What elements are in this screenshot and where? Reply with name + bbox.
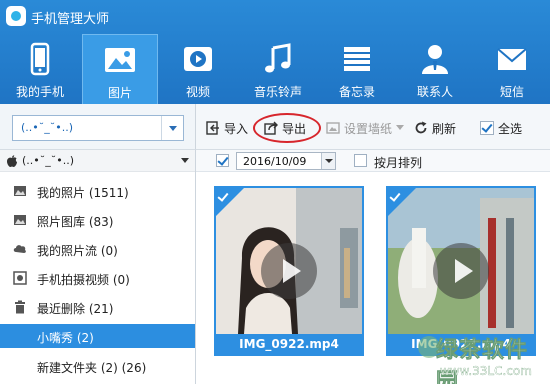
chevron-down-icon[interactable] [161,116,183,140]
nav-video[interactable]: 视频 [162,34,234,104]
select-all-toggle[interactable]: 全选 [480,118,522,138]
sidebar-item-my-photos[interactable]: 我的照片 (1511) [0,179,195,203]
nav-label: 我的手机 [15,85,64,99]
sidebar-item-camera-videos[interactable]: 手机拍摄视频 (0) [0,266,195,290]
import-icon [206,121,219,135]
nav-label: 备忘录 [338,85,375,99]
sidebar-item-photo-library[interactable]: 照片图库 (83) [0,208,195,232]
contacts-icon [422,45,448,74]
sidebar-item-label: 我的照片 (1511) [37,186,129,200]
import-label: 导入 [224,121,249,136]
chevron-down-icon[interactable] [181,158,189,163]
photo-stream-icon [13,245,26,253]
sidebar-item-xiaozuixiu[interactable]: 小嘴秀 (2) [0,324,195,348]
music-icon [265,43,291,73]
date-picker[interactable]: 2016/10/09 [236,152,336,170]
nav-my-phone[interactable]: 我的手机 [2,34,78,104]
photos-icon [14,186,26,196]
nav-contacts[interactable]: 联系人 [400,34,470,104]
date-value: 2016/10/09 [243,155,307,168]
phone-icon [30,42,50,76]
device-name: (..•˘_˘•..) [22,154,75,167]
chevron-down-icon [396,125,405,130]
play-button[interactable] [433,243,489,299]
sidebar-item-label: 小嘴秀 (2) [37,331,94,345]
trash-icon [15,300,25,314]
main-nav: 我的手机 图片 视频 音乐铃声 备忘录 联系人 短信 [0,34,550,104]
sidebar-item-label: 我的照片流 (0) [37,244,118,258]
by-month-label: 按月排列 [374,156,423,170]
device-tree-root[interactable]: (..•˘_˘•..) [0,150,195,172]
export-highlight-annotation [253,113,321,143]
main-toolbar: 导入 导出 设置墙纸 刷新 全选 [196,104,550,150]
photo-library-icon [14,215,26,225]
sidebar: (..•˘_˘•..) 我的照片 (1511) 照片图库 (83) 我的照片流 … [0,150,196,384]
select-all-label: 全选 [498,121,523,136]
set-wallpaper-label: 设置墙纸 [344,121,393,136]
nav-label: 音乐铃声 [253,85,302,99]
nav-label: 联系人 [416,85,453,99]
app-header: 手机管理大师 我的手机 图片 视频 音乐铃声 备忘录 联系人 短信 [0,0,550,104]
title-bar: 手机管理大师 [0,0,550,34]
sidebar-item-label: 手机拍摄视频 (0) [37,273,130,287]
chevron-down-icon[interactable] [321,153,335,169]
play-button[interactable] [261,243,317,299]
device-toolbar: (..•˘_˘•..) [0,104,196,150]
media-thumbnail[interactable]: IMG_0922.mp4 [214,186,364,356]
nav-label: 短信 [499,85,524,99]
app-logo [6,6,26,26]
memo-icon [344,47,370,71]
refresh-button[interactable]: 刷新 [414,118,456,138]
sidebar-item-recently-deleted[interactable]: 最近删除 (21) [0,295,195,319]
app-title: 手机管理大师 [31,12,110,27]
selected-corner [216,188,244,216]
picture-icon [105,48,135,72]
wallpaper-icon [326,122,340,134]
watermark-url: www.33LC.com [440,364,532,378]
camera-video-icon [13,271,27,285]
date-filter-checkbox[interactable] [216,154,229,167]
set-wallpaper-button[interactable]: 设置墙纸 [326,118,405,138]
sidebar-item-label: 照片图库 (83) [37,215,114,229]
nav-sms[interactable]: 短信 [476,34,548,104]
watermark: 绿茶软件园 www.33LC.com [418,330,550,384]
video-icon [184,47,212,71]
sms-icon [497,48,527,70]
play-icon [283,259,301,283]
device-select[interactable]: (..•˘_˘•..) [12,115,184,141]
nav-pictures[interactable]: 图片 [82,34,158,104]
refresh-icon [415,121,427,134]
sidebar-item-photo-stream[interactable]: 我的照片流 (0) [0,237,195,261]
refresh-label: 刷新 [432,121,457,136]
thumbnail-caption: IMG_0922.mp4 [216,334,362,354]
select-all-checkbox[interactable] [480,121,494,135]
by-month-checkbox[interactable] [354,154,367,167]
sidebar-item-label: 新建文件夹 (2) (26) [37,361,147,375]
sidebar-item-label: 最近删除 (21) [37,302,114,316]
nav-memo[interactable]: 备忘录 [322,34,392,104]
nav-music[interactable]: 音乐铃声 [240,34,316,104]
selected-corner [388,188,416,216]
nav-label: 图片 [107,86,132,100]
import-button[interactable]: 导入 [206,118,248,138]
play-icon [455,259,473,283]
apple-icon [7,155,17,167]
sidebar-item-new-folder[interactable]: 新建文件夹 (2) (26) [0,354,195,378]
device-select-value: (..•˘_˘•..) [21,121,74,134]
nav-label: 视频 [185,85,210,99]
